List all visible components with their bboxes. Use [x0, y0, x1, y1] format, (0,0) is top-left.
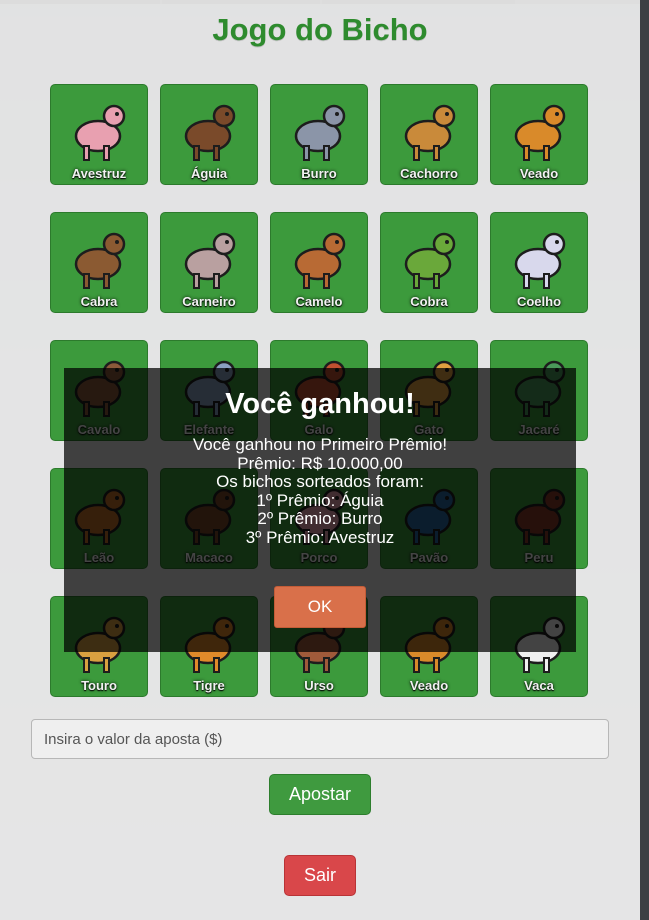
scrollbar[interactable] — [640, 0, 649, 920]
result-modal: Você ganhou! Você ganhou no Primeiro Prê… — [64, 368, 576, 652]
animal-card[interactable]: Águia — [160, 84, 258, 185]
animal-card-label: Coelho — [516, 294, 562, 309]
animal-card[interactable]: Veado — [490, 84, 588, 185]
bet-button[interactable]: Apostar — [269, 774, 371, 815]
camel-icon — [271, 219, 367, 294]
animal-card[interactable]: Carneiro — [160, 212, 258, 313]
animal-card-label: Águia — [190, 166, 228, 181]
dog-icon — [381, 91, 477, 166]
exit-button[interactable]: Sair — [284, 855, 356, 896]
animal-card-label: Tigre — [193, 678, 225, 693]
animal-card-label: Cabra — [80, 294, 118, 309]
animal-card[interactable]: Burro — [270, 84, 368, 185]
animal-card[interactable]: Cachorro — [380, 84, 478, 185]
ostrich-icon — [51, 91, 147, 166]
animal-card-label: Vaca — [524, 678, 554, 693]
animal-card-label: Camelo — [295, 294, 343, 309]
eagle-icon — [161, 91, 257, 166]
animal-card[interactable]: Camelo — [270, 212, 368, 313]
modal-line: Você ganhou no Primeiro Prêmio! — [192, 435, 448, 454]
animal-card[interactable]: Cabra — [50, 212, 148, 313]
modal-title: Você ganhou! — [225, 388, 415, 420]
page-title: Jogo do Bicho — [212, 12, 428, 47]
animal-card-label: Cobra — [410, 294, 448, 309]
modal-line: Prêmio: R$ 10.000,00 — [237, 453, 403, 473]
animal-card-label: Carneiro — [182, 294, 236, 309]
animal-card-label: Urso — [304, 678, 334, 693]
bet-amount-input[interactable] — [31, 719, 609, 759]
ram-icon — [161, 219, 257, 294]
animal-card[interactable]: Avestruz — [50, 84, 148, 185]
ok-button[interactable]: OK — [274, 586, 366, 628]
animal-card[interactable]: Coelho — [490, 212, 588, 313]
animal-card-label: Veado — [409, 678, 449, 693]
donkey-icon — [271, 91, 367, 166]
animal-card-label: Avestruz — [71, 166, 127, 181]
animal-card-label: Touro — [81, 678, 117, 693]
goat-icon — [51, 219, 147, 294]
modal-line: Os bichos sorteados foram: — [216, 472, 424, 491]
deer-icon — [491, 91, 587, 166]
animal-card-label: Veado — [519, 166, 559, 181]
modal-line: 1º Prêmio: Águia — [256, 490, 384, 510]
rabbit-icon — [491, 219, 587, 294]
modal-line: 3º Prêmio: Avestruz — [245, 527, 395, 547]
animal-card-label: Burro — [301, 166, 337, 181]
snake-icon — [381, 219, 477, 294]
modal-line: 2º Prêmio: Burro — [257, 509, 383, 528]
animal-card[interactable]: Cobra — [380, 212, 478, 313]
modal-message: Você ganhou no Primeiro Prêmio! Prêmio: … — [64, 435, 576, 547]
animal-card-label: Cachorro — [400, 166, 458, 181]
